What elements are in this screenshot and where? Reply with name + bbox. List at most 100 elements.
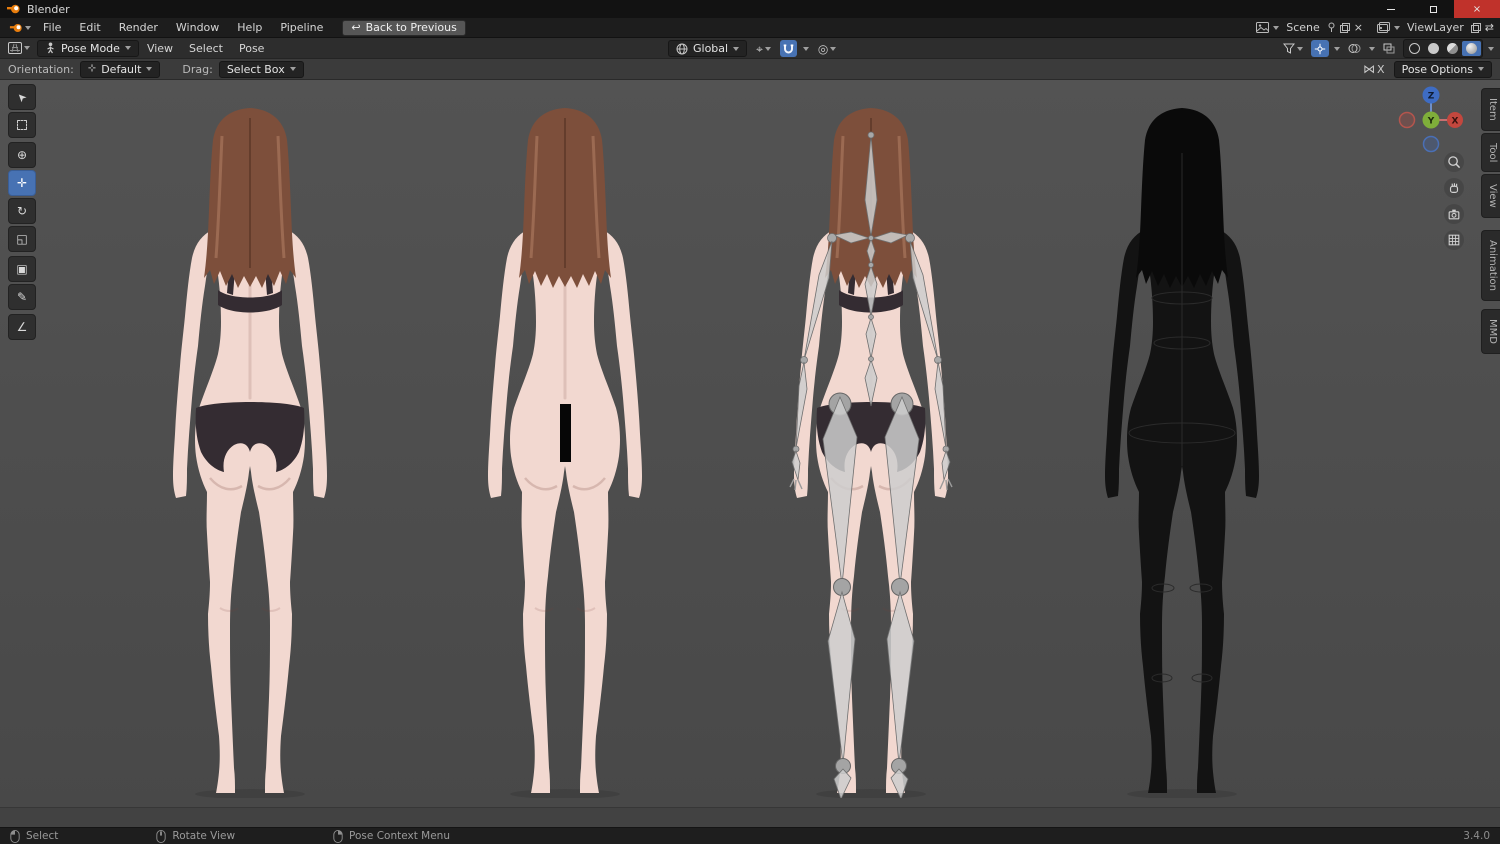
blender-version: 3.4.0 [1463,830,1490,842]
hint-select: Select [10,829,58,843]
snap-options-chevron[interactable] [802,46,809,51]
swap-icon[interactable]: ⇄ [1485,21,1494,34]
menu-pose[interactable]: Pose [231,42,272,55]
viewport-3d[interactable]: ➤ ⊕ ✛ ↻ ◱ ▣ ✎ ∠ Z X Y Item Tool View Ani… [0,80,1500,827]
chevron-down-icon [1478,67,1484,71]
scale-icon: ◱ [16,232,28,246]
snap-toggle-button[interactable] [779,40,797,57]
new-viewlayer-icon[interactable] [1470,22,1481,33]
menu-select[interactable]: Select [181,42,231,55]
pivot-point-button[interactable]: ⌖ [753,40,774,57]
tab-view[interactable]: View [1481,174,1500,218]
chevron-down-icon [764,46,771,51]
navigation-gizmo[interactable]: Z X Y [1395,84,1467,156]
scale-tool-button[interactable]: ◱ [8,226,36,252]
hint-rotate-view: Rotate View [156,829,235,843]
axis-x-label: X [1452,117,1459,127]
orientation-dropdown[interactable]: Global [668,40,748,57]
drag-dropdown[interactable]: Select Box [218,60,304,78]
wireframe-sphere-icon [1409,43,1420,54]
move-tool-button[interactable]: ✛ [8,170,36,196]
tweak-tool-button[interactable]: ➤ [8,84,36,110]
tab-mmd[interactable]: MMD [1481,308,1500,354]
measure-tool-button[interactable]: ∠ [8,314,36,340]
scene-icon[interactable] [1256,22,1270,33]
shading-rendered-button[interactable] [1462,41,1481,56]
model-armature[interactable] [771,108,971,798]
pivot-icon: ⌖ [756,41,763,56]
menu-pipeline[interactable]: Pipeline [271,18,332,37]
show-gizmo-button[interactable] [1311,40,1329,57]
tab-tool[interactable]: Tool [1481,132,1500,173]
menu-edit[interactable]: Edit [70,18,109,37]
select-box-tool-button[interactable] [8,112,36,138]
pin-icon[interactable] [1327,22,1336,33]
model-textured[interactable] [150,108,350,798]
close-button[interactable]: × [1454,0,1500,18]
gizmo-options-chevron[interactable] [1334,46,1340,51]
visibility-filter-button[interactable] [1280,40,1306,57]
proportional-edit-button[interactable]: ◎ [815,40,839,57]
chevron-down-icon[interactable] [1273,25,1280,30]
zoom-button[interactable] [1444,152,1464,172]
viewlayer-selector: ViewLayer ⇄ [1377,21,1494,34]
unlink-icon[interactable]: × [1354,21,1363,34]
model-censored[interactable] [465,108,665,798]
x-axis-mirror-toggle[interactable]: ⋈ X [1360,61,1388,78]
orthographic-toggle-button[interactable] [1444,230,1464,250]
shading-options-chevron[interactable] [1488,46,1494,51]
scene-name[interactable]: Scene [1283,21,1323,34]
chevron-down-icon [146,67,153,71]
overlays-icon [1348,44,1361,53]
pose-options-dropdown[interactable]: Pose Options [1393,60,1492,78]
orientation-default-dropdown[interactable]: ⊹ Default [79,60,161,78]
viewlayer-icon[interactable] [1377,22,1390,33]
shading-solid-button[interactable] [1424,41,1443,56]
camera-view-button[interactable] [1444,204,1464,224]
camera-icon [1448,209,1460,220]
menu-file[interactable]: File [34,18,70,37]
show-overlays-button[interactable] [1345,40,1364,57]
xray-toggle-button[interactable] [1380,40,1398,57]
chevron-down-icon[interactable] [1394,25,1400,30]
new-scene-icon[interactable] [1339,22,1350,33]
app-menu-button[interactable] [6,19,34,36]
shading-material-button[interactable] [1443,41,1462,56]
menu-view[interactable]: View [139,42,181,55]
maximize-button[interactable] [1412,0,1454,18]
viewport-nav-buttons [1444,152,1464,250]
menu-window[interactable]: Window [167,18,228,37]
hint-context-menu: Pose Context Menu [333,829,450,843]
proportional-icon: ◎ [817,41,829,56]
minimize-button[interactable] [1370,0,1412,18]
cursor-3d-icon: ⊕ [16,148,28,162]
blender-logo-icon [9,23,22,32]
transform-tool-button[interactable]: ▣ [8,256,36,282]
axis-z-negative-handle[interactable] [1422,135,1440,153]
rotate-tool-button[interactable]: ↻ [8,198,36,224]
blender-window: Blender × File Edit Render Window Help P… [0,0,1500,844]
shading-wireframe-button[interactable] [1405,41,1424,56]
pan-button[interactable] [1444,178,1464,198]
back-to-previous-button[interactable]: ↩ Back to Previous [342,19,466,36]
mode-dropdown[interactable]: Pose Mode [37,39,139,57]
chevron-down-icon [1297,46,1303,51]
viewlayer-name[interactable]: ViewLayer [1404,21,1467,34]
back-icon: ↩ [351,21,361,34]
annotate-tool-button[interactable]: ✎ [8,284,36,310]
close-icon: × [1472,3,1482,15]
blender-logo-icon [7,4,20,14]
cursor-tool-button[interactable]: ⊕ [8,142,36,168]
overlays-options-chevron[interactable] [1369,46,1375,51]
maximize-icon [1429,5,1437,13]
model-wireframe[interactable] [1082,108,1282,798]
menu-help[interactable]: Help [228,18,271,37]
axis-x-negative-handle[interactable] [1398,111,1416,129]
editor-type-button[interactable] [5,40,33,57]
mouse-middle-icon [156,829,167,843]
tab-animation[interactable]: Animation [1481,229,1500,301]
menu-render[interactable]: Render [110,18,167,37]
measure-icon: ∠ [16,320,28,334]
tab-item[interactable]: Item [1481,88,1500,131]
drag-label: Drag: [182,62,213,76]
